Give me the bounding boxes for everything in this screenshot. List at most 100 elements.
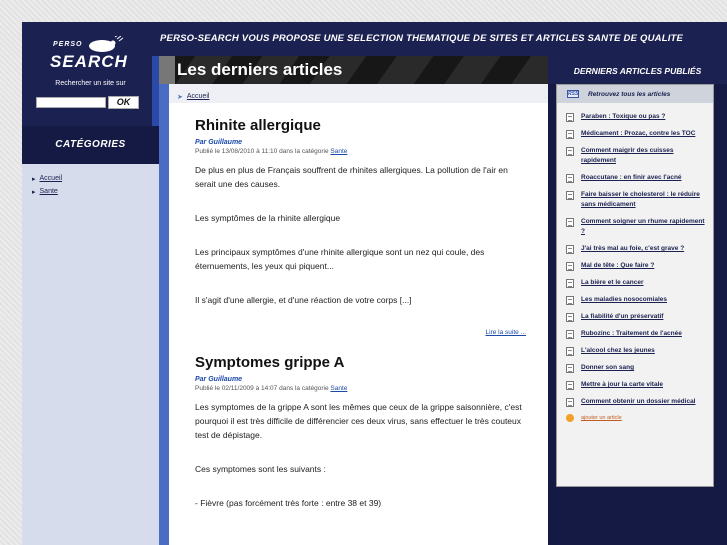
document-icon (566, 330, 574, 339)
recent-post-link[interactable]: Faire baisser le cholesterol : le réduir… (581, 190, 709, 210)
home-arrow-icon: ➤ (177, 93, 183, 101)
recent-post-link[interactable]: La fiabilité d'un préservatif (581, 312, 663, 322)
recent-post-item[interactable]: Comment obtenir un dossier médical (566, 397, 709, 407)
article-meta: Publié le 02/11/2009 à 14:07 dans la cat… (195, 385, 526, 392)
article-paragraph: Les symptômes de la rhinite allergique (195, 213, 341, 223)
category-link-sante[interactable]: Sante (40, 188, 58, 195)
logo-area: PERSO SEARCH Rechercher un site sur OK (22, 22, 159, 126)
category-item[interactable]: ▸ Accueil (22, 172, 159, 185)
recent-post-item[interactable]: Comment maigrir des cuisses rapidement (566, 146, 709, 166)
title-bar-tab (159, 56, 175, 84)
article-title[interactable]: Rhinite allergique (195, 117, 526, 136)
add-icon (566, 414, 574, 422)
recent-post-link[interactable]: Mettre à jour la carte vitale (581, 380, 663, 390)
recent-post-link[interactable]: Donner son sang (581, 363, 634, 373)
article-date: Publié le 13/08/2010 à 11:10 dans la cat… (195, 148, 329, 155)
document-icon (566, 279, 574, 288)
article-paragraph: Les symptomes de la grippe A sont les mê… (195, 402, 522, 440)
document-icon (566, 347, 574, 356)
search-input[interactable] (36, 97, 106, 108)
recent-post-link[interactable]: Comment soigner un rhume rapidement ? (581, 217, 709, 237)
recent-post-link[interactable]: J'ai très mal au foie, c'est grave ? (581, 244, 684, 254)
recent-post-item[interactable]: L'alcool chez les jeunes (566, 346, 709, 356)
article-category-link[interactable]: Sante (330, 148, 347, 155)
article-category-link[interactable]: Sante (330, 385, 347, 392)
article-date: Publié le 02/11/2009 à 14:07 dans la cat… (195, 385, 329, 392)
recent-post-link[interactable]: L'alcool chez les jeunes (581, 346, 655, 356)
category-link-accueil[interactable]: Accueil (40, 175, 63, 182)
recent-post-link[interactable]: Les maladies nosocomiales (581, 295, 667, 305)
document-icon (566, 398, 574, 407)
recent-post-link[interactable]: Comment maigrir des cuisses rapidement (581, 146, 709, 166)
document-icon (566, 113, 574, 122)
recent-articles-title: DERNIERS ARTICLES PUBLIÉS (548, 56, 727, 84)
logo-search-text: SEARCH (50, 52, 128, 71)
recent-post-link[interactable]: Rubozinc : Traitement de l'acnée (581, 329, 682, 339)
breadcrumb: ➤ Accueil (169, 84, 548, 103)
recent-post-item[interactable]: La bière et le cancer (566, 278, 709, 288)
all-articles-bar[interactable]: RSS Retrouvez tous les articles (557, 85, 713, 103)
categories-list: ▸ Accueil ▸ Sante (22, 164, 159, 545)
categories-title: CATÉGORIES (22, 126, 159, 164)
recent-post-item[interactable]: La fiabilité d'un préservatif (566, 312, 709, 322)
recent-post-item[interactable]: Rubozinc : Traitement de l'acnée (566, 329, 709, 339)
recent-post-item[interactable]: Mal de tête : Que faire ? (566, 261, 709, 271)
recent-post-item[interactable]: Mettre à jour la carte vitale (566, 380, 709, 390)
recent-post-link[interactable]: Mal de tête : Que faire ? (581, 261, 654, 271)
document-icon (566, 313, 574, 322)
page-title-bar: Les derniers articles (159, 56, 548, 84)
article-paragraph: Il s'agit d'une allergie, et d'une réact… (195, 295, 412, 305)
breadcrumb-home-link[interactable]: Accueil (187, 93, 210, 100)
main-content: ➤ Accueil Rhinite allergique Par Guillau… (169, 84, 548, 545)
category-item[interactable]: ▸ Sante (22, 185, 159, 198)
article-author: Par Guillaume (195, 376, 243, 383)
recent-post-item[interactable]: Médicament : Prozac, contre les TOC (566, 129, 709, 139)
document-icon (566, 296, 574, 305)
document-icon (566, 130, 574, 139)
document-icon (566, 147, 574, 156)
recent-post-link[interactable]: Paraben : Toxique ou pas ? (581, 112, 665, 122)
all-articles-link[interactable]: Retrouvez tous les articles (588, 91, 670, 98)
recent-posts-list: Paraben : Toxique ou pas ? Médicament : P… (557, 103, 713, 407)
article-author: Par Guillaume (195, 139, 243, 146)
article: Rhinite allergique Par Guillaume Publié … (169, 117, 548, 336)
document-icon (566, 364, 574, 373)
article-paragraph: Les principaux symptômes d'une rhinite a… (195, 247, 485, 271)
mouse-logo-icon (89, 36, 124, 52)
recent-post-item[interactable]: Paraben : Toxique ou pas ? (566, 112, 709, 122)
search-label: Rechercher un site sur (55, 80, 126, 87)
recent-post-link[interactable]: Comment obtenir un dossier médical (581, 397, 696, 407)
add-article-link[interactable]: ajouter un article (581, 415, 622, 421)
read-more: Lire la suite ... (195, 329, 526, 336)
arrow-right-icon: ▸ (32, 175, 36, 183)
rss-icon: RSS (567, 90, 579, 98)
add-article: ajouter un article (557, 414, 713, 422)
document-icon (566, 245, 574, 254)
recent-post-item[interactable]: Faire baisser le cholesterol : le réduir… (566, 190, 709, 210)
page-title: Les derniers articles (177, 60, 343, 79)
recent-post-item[interactable]: J'ai très mal au foie, c'est grave ? (566, 244, 709, 254)
recent-post-item[interactable]: Roaccutane : en finir avec l'acné (566, 173, 709, 183)
content-edge-decoration (159, 84, 169, 545)
document-icon (566, 381, 574, 390)
search-ok-button[interactable]: OK (108, 96, 139, 109)
article-title[interactable]: Symptomes grippe A (195, 354, 526, 373)
recent-post-link[interactable]: Roaccutane : en finir avec l'acné (581, 173, 682, 183)
logo-perso-text: PERSO (53, 41, 83, 48)
article-paragraph: - Fièvre (pas forcément très forte : ent… (195, 498, 382, 508)
article-meta: Publié le 13/08/2010 à 11:10 dans la cat… (195, 148, 526, 155)
recent-post-item[interactable]: Les maladies nosocomiales (566, 295, 709, 305)
recent-post-item[interactable]: Donner son sang (566, 363, 709, 373)
recent-post-link[interactable]: Médicament : Prozac, contre les TOC (581, 129, 695, 139)
article: Symptomes grippe A Par Guillaume Publié … (169, 354, 548, 510)
recent-articles-panel: RSS Retrouvez tous les articles Paraben … (556, 84, 714, 487)
document-icon (566, 174, 574, 183)
document-icon (566, 191, 574, 200)
article-paragraph: Ces symptomes sont les suivants : (195, 464, 326, 474)
recent-post-link[interactable]: La bière et le cancer (581, 278, 644, 288)
recent-post-item[interactable]: Comment soigner un rhume rapidement ? (566, 217, 709, 237)
document-icon (566, 218, 574, 227)
arrow-right-icon: ▸ (32, 188, 36, 196)
document-icon (566, 262, 574, 271)
read-more-link[interactable]: Lire la suite ... (486, 329, 526, 336)
